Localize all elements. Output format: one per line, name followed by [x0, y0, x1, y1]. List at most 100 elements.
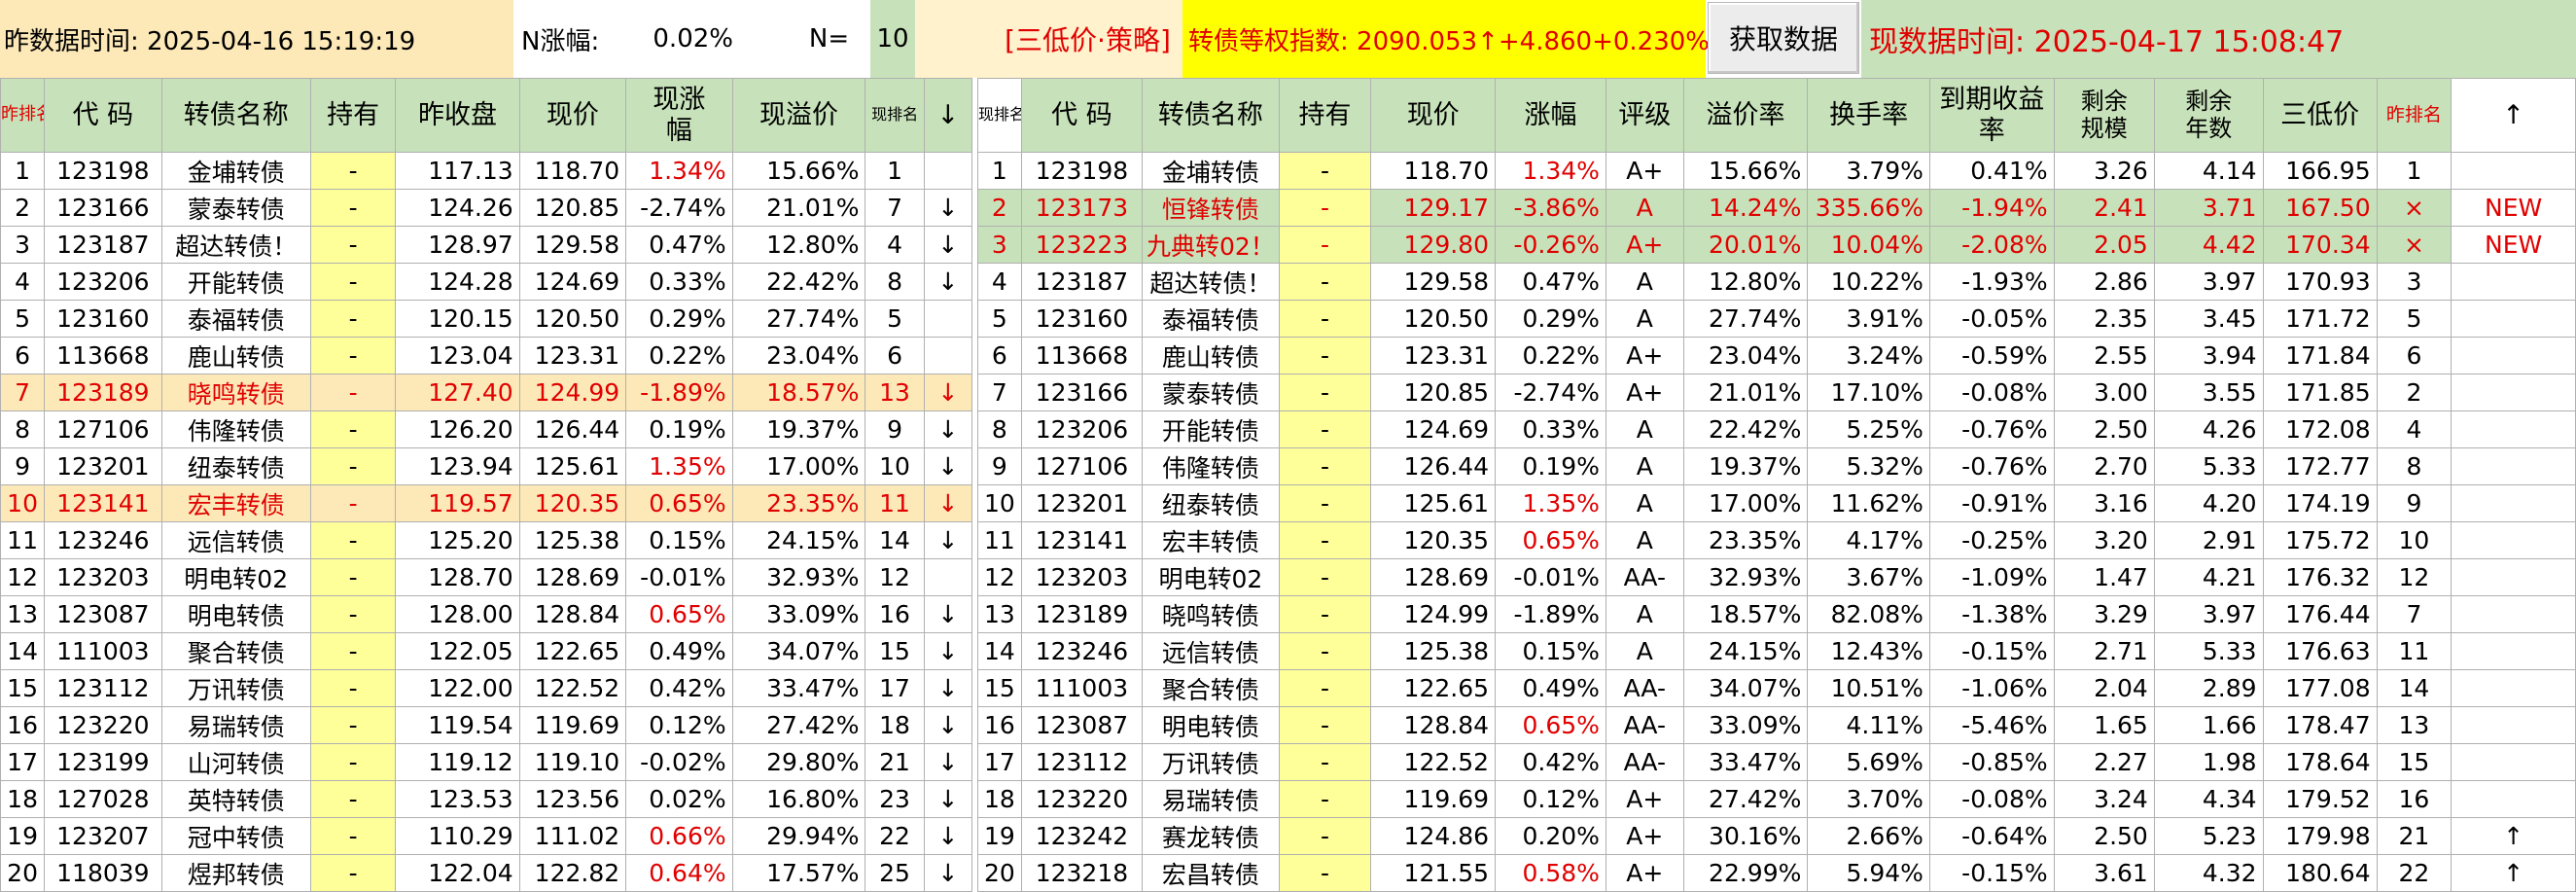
- hold-cell[interactable]: -: [1278, 780, 1372, 818]
- table-row[interactable]: 10 123141 宏丰转债 -119.57 120.35 0.65% 23.35% 11 ↓: [0, 484, 973, 522]
- table-row[interactable]: 2 123173 恒锋转债 -129.17 -3.86% A 14.24% 335.66% -1…: [977, 189, 2576, 227]
- code-cell: 123199: [44, 743, 162, 781]
- table-row[interactable]: 19 123242 赛龙转债 -124.86 0.20% A+ 30.16% 2.66% -0.…: [977, 817, 2576, 855]
- hold-cell[interactable]: -: [1278, 817, 1372, 855]
- table-row[interactable]: 9 123201 纽泰转债 -123.94 125.61 1.35% 17.00% 10 ↓: [0, 447, 973, 485]
- hold-cell[interactable]: -: [309, 854, 397, 892]
- table-row[interactable]: 14 123246 远信转债 -125.38 0.15% A 24.15% 12.43% -0.…: [977, 632, 2576, 670]
- prev-close-cell: 120.15: [395, 300, 520, 338]
- table-row[interactable]: 13 123189 晓鸣转债 -124.99 -1.89% A 18.57% 82.08% -1…: [977, 595, 2576, 633]
- remain-size-cell: 2.50: [2053, 817, 2155, 855]
- hold-cell[interactable]: -: [1278, 189, 1372, 227]
- rank-cell: 2: [0, 189, 46, 227]
- table-row[interactable]: 6 113668 鹿山转债 -123.31 0.22% A+ 23.04% 3.24% -0.5…: [977, 337, 2576, 375]
- code-cell: 123198: [1020, 152, 1144, 190]
- hold-cell[interactable]: -: [1278, 706, 1372, 744]
- hold-cell[interactable]: -: [309, 558, 397, 596]
- rank-cell: 10: [977, 484, 1022, 522]
- table-row[interactable]: 20 123218 宏昌转债 -121.55 0.58% A+ 22.99% 5.94% -0.…: [977, 854, 2576, 892]
- table-row[interactable]: 16 123087 明电转债 -128.84 0.65% AA- 33.09% 4.11% -5…: [977, 706, 2576, 744]
- table-row[interactable]: 5 123160 泰福转债 -120.15 120.50 0.29% 27.74% 5: [0, 300, 973, 338]
- hold-cell[interactable]: -: [309, 337, 397, 375]
- hold-cell[interactable]: -: [309, 410, 397, 448]
- fetch-data-button[interactable]: 获取数据: [1708, 2, 1859, 74]
- hold-cell[interactable]: -: [1278, 595, 1372, 633]
- hold-cell[interactable]: -: [309, 817, 397, 855]
- table-row[interactable]: 3 123223 九典转02！ -129.80 -0.26% A+ 20.01% 10.04%…: [977, 226, 2576, 264]
- table-row[interactable]: 2 123166 蒙泰转债 -124.26 120.85 -2.74% 21.01% 7 ↓: [0, 189, 973, 227]
- table-row[interactable]: 3 123187 超达转债！ -128.97 129.58 0.47% 12.80% 4 ↓: [0, 226, 973, 264]
- table-row[interactable]: 14 111003 聚合转债 -122.05 122.65 0.49% 34.07% 15 ↓: [0, 632, 973, 670]
- table-row[interactable]: 4 123187 超达转债！ -129.58 0.47% A 12.80% 10.22% -1.…: [977, 263, 2576, 301]
- change-cell: -1.89%: [625, 374, 733, 411]
- table-row[interactable]: 15 111003 聚合转债 -122.65 0.49% AA- 34.07% 10.51% -…: [977, 669, 2576, 707]
- hold-cell[interactable]: -: [309, 743, 397, 781]
- table-row[interactable]: 6 113668 鹿山转债 -123.04 123.31 0.22% 23.04% 6: [0, 337, 973, 375]
- table-row[interactable]: 11 123141 宏丰转债 -120.35 0.65% A 23.35% 4.17% -0.2…: [977, 521, 2576, 559]
- table-row[interactable]: 18 127028 英特转债 -123.53 123.56 0.02% 16.80% 23 ↓: [0, 780, 973, 818]
- hold-cell[interactable]: -: [1278, 558, 1372, 596]
- hold-cell[interactable]: -: [309, 263, 397, 301]
- turnover-cell: 5.25%: [1807, 410, 1930, 448]
- hold-cell[interactable]: -: [1278, 632, 1372, 670]
- table-row[interactable]: 8 127106 伟隆转债 -126.20 126.44 0.19% 19.37% 9 ↓: [0, 410, 973, 448]
- table-row[interactable]: 12 123203 明电转02-128.69 -0.01% AA- 32.93% 3.67%…: [977, 558, 2576, 596]
- table-row[interactable]: 20 118039 煜邦转债 -122.04 122.82 0.64% 17.57% 25 ↓: [0, 854, 973, 892]
- hold-cell[interactable]: -: [309, 706, 397, 744]
- flag-cell: [2451, 558, 2576, 596]
- hold-cell[interactable]: -: [309, 447, 397, 485]
- table-row[interactable]: 8 123206 开能转债 -124.69 0.33% A 22.42% 5.25% -0.76…: [977, 410, 2576, 448]
- hold-cell[interactable]: -: [309, 374, 397, 411]
- n-count-input[interactable]: 10: [870, 0, 915, 78]
- table-row[interactable]: 19 123207 冠中转债 -110.29 111.02 0.66% 29.94% 22 ↓: [0, 817, 973, 855]
- ytm-cell: -5.46%: [1928, 706, 2055, 744]
- table-row[interactable]: 11 123246 远信转债 -125.20 125.38 0.15% 24.15% 14 ↓: [0, 521, 973, 559]
- hold-cell[interactable]: -: [1278, 263, 1372, 301]
- hold-cell[interactable]: -: [309, 300, 397, 338]
- hold-cell[interactable]: -: [309, 595, 397, 633]
- hold-cell[interactable]: -: [1278, 226, 1372, 264]
- table-row[interactable]: 17 123112 万讯转债 -122.52 0.42% AA- 33.47% 5.69% -0…: [977, 743, 2576, 781]
- hold-cell[interactable]: -: [1278, 669, 1372, 707]
- table-row[interactable]: 7 123166 蒙泰转债 -120.85 -2.74% A+ 21.01% 17.10% -0…: [977, 374, 2576, 411]
- table-row[interactable]: 18 123220 易瑞转债 -119.69 0.12% A+ 27.42% 3.70% -0.…: [977, 780, 2576, 818]
- table-row[interactable]: 15 123112 万讯转债 -122.00 122.52 0.42% 33.47% 17 ↓: [0, 669, 973, 707]
- hold-cell[interactable]: -: [309, 189, 397, 227]
- table-row[interactable]: 9 127106 伟隆转债 -126.44 0.19% A 19.37% 5.32% -0.76…: [977, 447, 2576, 485]
- table-row[interactable]: 5 123160 泰福转债 -120.50 0.29% A 27.74% 3.91% -0.05…: [977, 300, 2576, 338]
- hold-cell[interactable]: -: [1278, 410, 1372, 448]
- hold-cell[interactable]: -: [1278, 337, 1372, 375]
- table-row[interactable]: 4 123206 开能转债 -124.28 124.69 0.33% 22.42% 8 ↓: [0, 263, 973, 301]
- table-row[interactable]: 16 123220 易瑞转债 -119.54 119.69 0.12% 27.42% 18 ↓: [0, 706, 973, 744]
- hold-cell[interactable]: -: [1278, 447, 1372, 485]
- hold-cell[interactable]: -: [309, 152, 397, 190]
- hold-cell[interactable]: -: [1278, 521, 1372, 559]
- hold-cell[interactable]: -: [309, 669, 397, 707]
- hold-cell[interactable]: -: [1278, 374, 1372, 411]
- table-row[interactable]: 1 123198 金埔转债 -118.70 1.34% A+ 15.66% 3.79% 0.41…: [977, 152, 2576, 190]
- hold-cell[interactable]: -: [1278, 300, 1372, 338]
- hold-cell[interactable]: -: [309, 780, 397, 818]
- new-rank-cell: 13: [865, 374, 925, 411]
- table-row[interactable]: 10 123201 纽泰转债 -125.61 1.35% A 17.00% 11.62% -0.…: [977, 484, 2576, 522]
- table-row[interactable]: 12 123203 明电转02-128.70 128.69 -0.01% 32.93% 12: [0, 558, 973, 596]
- hold-cell[interactable]: -: [309, 226, 397, 264]
- rank-cell: 13: [977, 595, 1022, 633]
- hold-cell[interactable]: -: [309, 484, 397, 522]
- prev-close-cell: 110.29: [395, 817, 520, 855]
- current-data-time: 现数据时间: 2025-04-17 15:08:47: [1861, 0, 2576, 78]
- hold-cell[interactable]: -: [309, 521, 397, 559]
- hold-cell[interactable]: -: [309, 632, 397, 670]
- name-cell: 易瑞转债: [1142, 780, 1280, 818]
- hold-cell[interactable]: -: [1278, 854, 1372, 892]
- hold-cell[interactable]: -: [1278, 484, 1372, 522]
- hold-cell[interactable]: -: [1278, 743, 1372, 781]
- code-cell: 123203: [44, 558, 162, 596]
- table-row[interactable]: 7 123189 晓鸣转债 -127.40 124.99 -1.89% 18.57% 13 ↓: [0, 374, 973, 411]
- code-cell: 123203: [1020, 558, 1144, 596]
- table-row[interactable]: 17 123199 山河转债 -119.12 119.10 -0.02% 29.80% 21 ↓: [0, 743, 973, 781]
- prev-close-cell: 126.20: [395, 410, 520, 448]
- hold-cell[interactable]: -: [1278, 152, 1372, 190]
- table-row[interactable]: 1 123198 金埔转债 -117.13 118.70 1.34% 15.66% 1: [0, 152, 973, 190]
- table-row[interactable]: 13 123087 明电转债 -128.00 128.84 0.65% 33.09% 16 ↓: [0, 595, 973, 633]
